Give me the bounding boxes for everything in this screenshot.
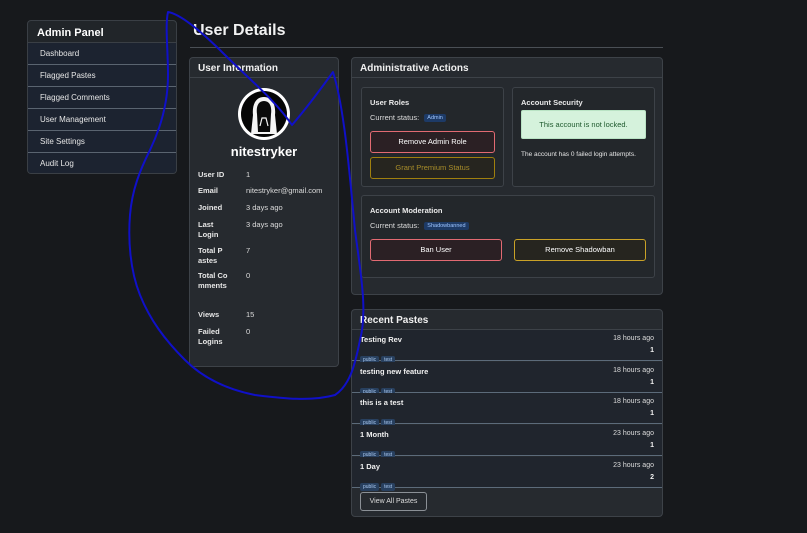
info-value: 0 [246, 327, 251, 336]
remove-admin-role-button[interactable]: Remove Admin Role [370, 131, 495, 153]
info-key: Failed Logins [198, 327, 223, 346]
sidebar-title: Admin Panel [28, 21, 176, 43]
info-key: Last Login [198, 220, 219, 239]
sidebar-item-user-management[interactable]: User Management [28, 109, 176, 131]
sidebar-item-flagged-comments[interactable]: Flagged Comments [28, 87, 176, 109]
sidebar-item-dashboard[interactable]: Dashboard [28, 43, 176, 65]
info-key: Joined [198, 203, 223, 212]
sidebar-item-site-settings[interactable]: Site Settings [28, 131, 176, 153]
info-key: Total Pastes [198, 246, 223, 265]
list-item[interactable]: 1 Day public test 23 hours ago 2 [352, 457, 662, 491]
user-roles-title: User Roles [370, 98, 410, 107]
remove-shadowban-button[interactable]: Remove Shadowban [514, 239, 646, 261]
info-key: User ID [198, 170, 225, 179]
tag: public [360, 483, 380, 491]
username: nitestryker [230, 144, 298, 159]
hooded-figure-icon [251, 97, 277, 134]
info-value: 1 [246, 170, 251, 179]
list-item[interactable]: Testing Rev public test 18 hours ago 1 [352, 330, 662, 364]
failed-login-note: The account has 0 failed login attempts. [521, 151, 636, 158]
info-value: nitestryker@gmail.com [246, 186, 323, 195]
status-label: Current status: [370, 221, 420, 230]
admin-sidebar: Admin Panel Dashboard Flagged Pastes Fla… [27, 20, 177, 174]
info-key: Views [198, 310, 220, 319]
recent-pastes-heading: Recent Pastes [352, 310, 662, 330]
paste-time: 23 hours ago [613, 430, 654, 437]
info-value: 3 days ago [246, 203, 283, 212]
user-roles-panel: User Roles Current status: Admin Remove … [361, 87, 504, 187]
paste-title[interactable]: Testing Rev [360, 335, 402, 344]
sidebar-item-flagged-pastes[interactable]: Flagged Pastes [28, 65, 176, 87]
info-value: 15 [246, 310, 255, 319]
list-item[interactable]: this is a test public test 18 hours ago 1 [352, 393, 662, 427]
account-lock-alert: This account is not locked. [521, 110, 646, 139]
user-information-card: User Information nitestryker User ID 1 E… [189, 57, 339, 367]
paste-count: 1 [650, 379, 654, 386]
paste-count: 1 [650, 347, 654, 354]
paste-time: 18 hours ago [613, 398, 654, 405]
paste-time: 18 hours ago [613, 367, 654, 374]
paste-count: 1 [650, 442, 654, 449]
ban-user-button[interactable]: Ban User [370, 239, 502, 261]
status-badge: Admin [424, 114, 446, 123]
info-value: 7 [246, 246, 251, 255]
account-moderation-panel: Account Moderation Current status: Shado… [361, 195, 655, 278]
user-information-heading: User Information [190, 58, 338, 78]
title-divider [190, 47, 663, 48]
info-key: Total Comments [198, 271, 228, 290]
page-title: User Details [193, 22, 286, 39]
info-value: 0 [246, 271, 251, 280]
list-item[interactable]: testing new feature public test 18 hours … [352, 362, 662, 396]
administrative-actions-card: Administrative Actions User Roles Curren… [351, 57, 663, 295]
paste-time: 23 hours ago [613, 462, 654, 469]
paste-title[interactable]: 1 Day [360, 462, 380, 471]
avatar [238, 88, 290, 140]
grant-premium-status-button[interactable]: Grant Premium Status [370, 157, 495, 179]
account-security-title: Account Security [521, 98, 583, 107]
paste-time: 18 hours ago [613, 335, 654, 342]
info-key: Email [198, 186, 219, 195]
recent-pastes-card: Recent Pastes Testing Rev public test 18 … [351, 309, 663, 517]
administrative-actions-heading: Administrative Actions [352, 58, 662, 78]
status-label: Current status: [370, 113, 420, 122]
list-item[interactable]: 1 Month public test 23 hours ago 1 [352, 425, 662, 459]
paste-title[interactable]: this is a test [360, 398, 403, 407]
account-security-panel: Account Security This account is not loc… [512, 87, 655, 187]
tag: test [381, 483, 396, 491]
paste-count: 2 [650, 474, 654, 481]
account-moderation-status: Current status: Shadowbanned [370, 221, 469, 231]
info-value: 3 days ago [246, 220, 283, 229]
account-moderation-title: Account Moderation [370, 206, 443, 215]
paste-title[interactable]: testing new feature [360, 367, 428, 376]
sidebar-item-audit-log[interactable]: Audit Log [28, 153, 176, 173]
paste-title[interactable]: 1 Month [360, 430, 389, 439]
status-badge: Shadowbanned [424, 222, 469, 231]
paste-count: 1 [650, 410, 654, 417]
user-roles-status: Current status: Admin [370, 113, 446, 123]
view-all-pastes-button[interactable]: View All Pastes [360, 492, 427, 511]
